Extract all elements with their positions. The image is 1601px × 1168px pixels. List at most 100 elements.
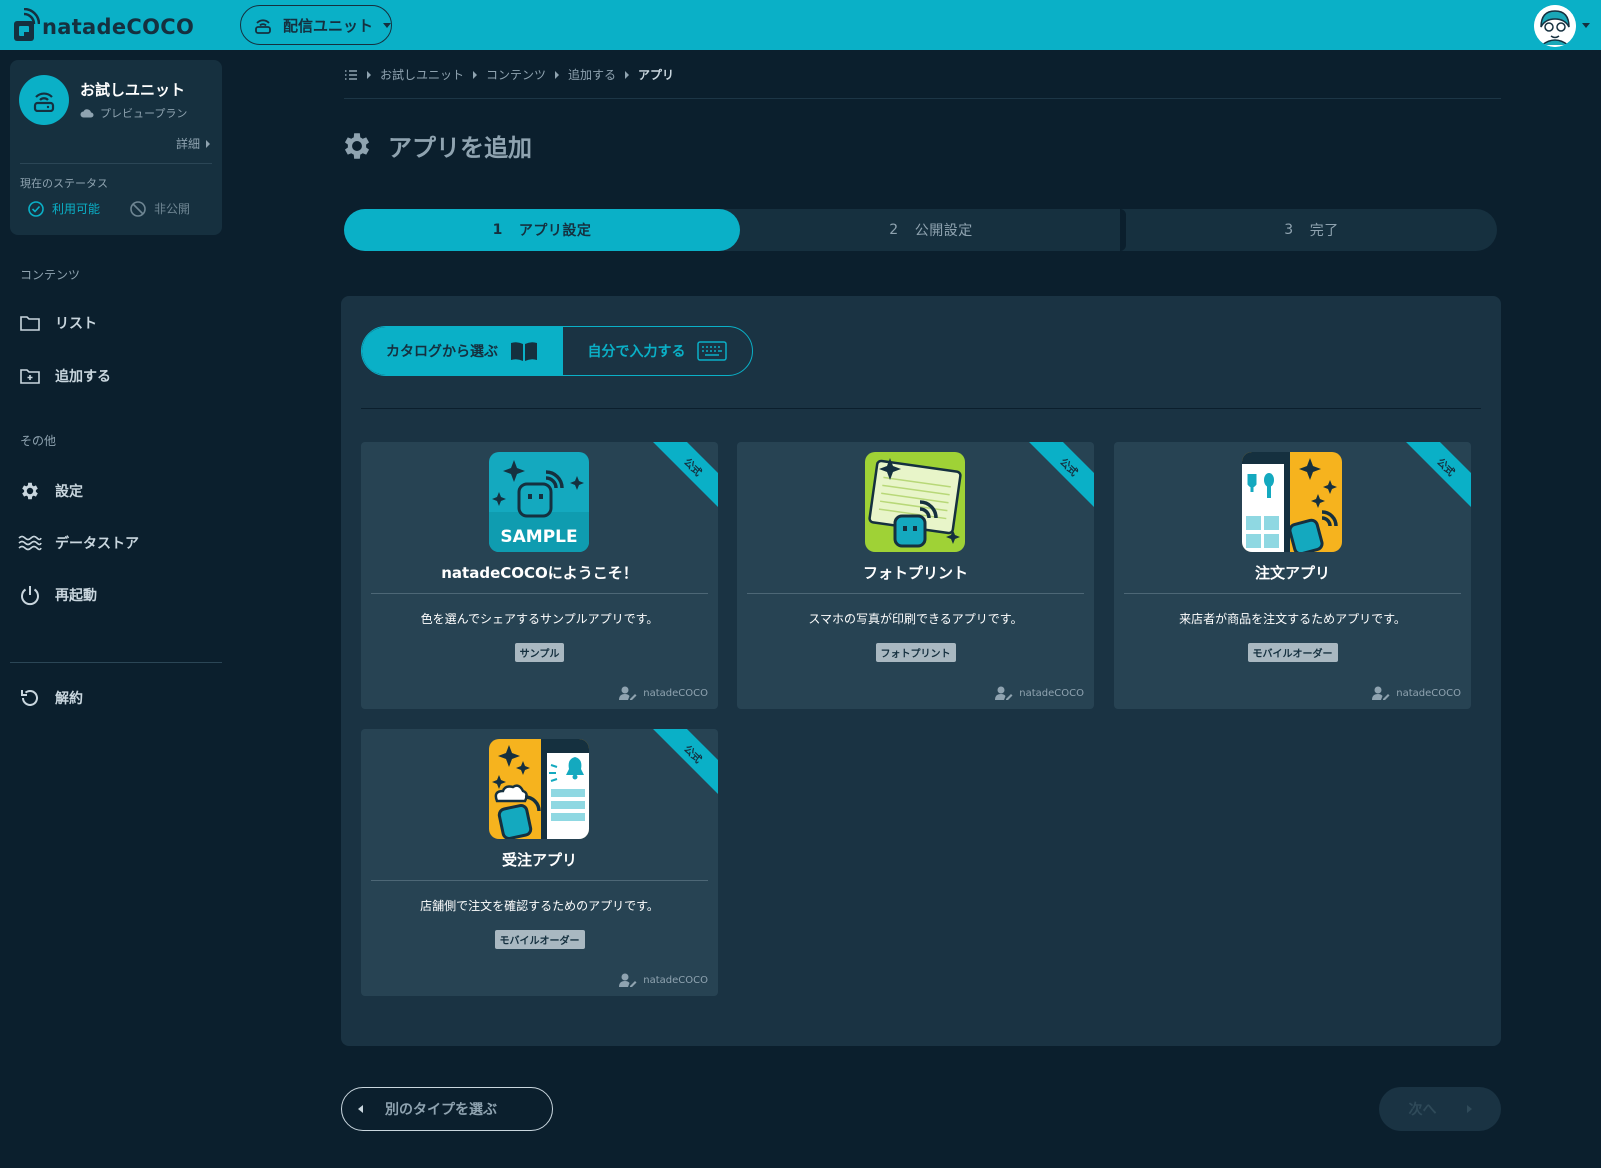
catalog-panel: カタログから選ぶ 自分で入力する 公式 SAMPLE natadeCOCOによう… [341,296,1501,1046]
keyboard-icon [697,341,728,361]
section-other: その他 [20,434,57,448]
author: natadeCOCO [1372,686,1461,700]
step-3: 3 完了 [1126,209,1497,251]
chevron-down-icon [383,22,391,28]
category-tag: モバイルオーダー [1247,643,1338,662]
book-icon [510,342,537,361]
gear-icon [18,480,42,502]
status-private[interactable]: 非公開 [130,200,190,217]
status-available[interactable]: 利用可能 [28,200,100,217]
input-mode-toggle: カタログから選ぶ 自分で入力する [361,326,753,376]
divider [361,408,1481,409]
user-edit-icon [619,973,637,987]
breadcrumb-item[interactable]: コンテンツ [486,66,546,83]
page-title: アプリを追加 [340,128,532,163]
sidebar-item-settings[interactable]: 設定 [18,480,83,502]
breadcrumb-item[interactable]: お試しユニット [380,66,464,83]
unit-plan: プレビュープラン [80,105,187,121]
next-button-label: 次へ [1408,1102,1437,1118]
divider [344,98,1501,99]
router-icon [19,75,69,125]
undo-icon [18,687,42,709]
unit-card: お試しユニット プレビュープラン 詳細 現在のステータス 利用可能 非公開 [10,60,222,235]
chevron-right-icon [555,70,560,79]
breadcrumb-item[interactable]: 追加する [568,66,616,83]
app-name: フォトプリント [862,564,968,582]
page-title-text: アプリを追加 [388,134,532,162]
list-icon[interactable] [344,69,358,81]
manual-tab[interactable]: 自分で入力する [561,327,752,375]
divider [1124,593,1461,594]
app-card[interactable]: 公式 フォトプリント スマホの写真が印刷できるアプリです。 フォトプリント na… [737,442,1094,709]
order-receive-app-icon [489,739,589,839]
sidebar-item-label: 設定 [55,484,83,500]
user-edit-icon [995,686,1013,700]
section-contents: コンテンツ [20,268,81,282]
user-edit-icon [1372,686,1390,700]
author-name: natadeCOCO [643,974,708,986]
unit-select-label: 配信ユニット [283,16,374,35]
logo-icon [12,7,41,41]
status-available-label: 利用可能 [52,202,101,216]
status-private-label: 非公開 [154,202,191,216]
chevron-down-icon[interactable] [1582,23,1590,28]
back-button-label: 別のタイプを選ぶ [385,1102,497,1118]
author: natadeCOCO [619,973,708,987]
chevron-right-icon [1466,1105,1472,1113]
sidebar-item-datastore[interactable]: データストア [18,532,139,554]
user-edit-icon [619,686,637,700]
catalog-tab[interactable]: カタログから選ぶ [362,327,562,375]
sidebar-item-label: リスト [55,316,97,332]
app-card[interactable]: 公式 SAMPLE natadeCOCOにようこそ！ 色を選んでシェアするサンプ… [361,442,718,709]
app-card[interactable]: 公式 注文アプリ 来店者が商品を注文するためアプリです。 モバイルオーダー na… [1114,442,1471,709]
author-name: natadeCOCO [1019,687,1084,699]
gear-icon [344,132,370,159]
step-2: 2 公開設定 [740,209,1122,251]
divider [747,593,1084,594]
chevron-right-icon [206,139,210,148]
app-card[interactable]: 公式 受注アプリ 店舗側で注文を確認するためのアプリです。 モバイルオーダー n… [361,729,718,996]
divider [371,593,708,594]
back-button[interactable]: 別のタイプを選ぶ [341,1087,553,1131]
app-description: 来店者が商品を注文するためアプリです。 [1179,612,1406,626]
breadcrumb-current: アプリ [638,68,675,82]
sidebar-item-list[interactable]: リスト [18,312,97,334]
unit-detail-link[interactable]: 詳細 [176,135,210,152]
step-number: 3 [1284,222,1294,238]
divider [371,880,708,881]
chevron-right-icon [473,70,478,79]
status-label: 現在のステータス [20,177,108,190]
photo-print-app-icon [865,452,965,552]
unit-select[interactable]: 配信ユニット [240,5,392,45]
chevron-left-icon [358,1105,363,1113]
sidebar-item-label: 再起動 [55,588,97,604]
category-tag: フォトプリント [875,643,956,662]
sidebar-item-restart[interactable]: 再起動 [18,584,97,606]
divider [10,662,222,663]
folder-plus-icon [18,365,42,387]
official-ribbon: 公式 [1396,442,1471,517]
router-icon [255,19,271,34]
logo[interactable]: natadeCOCO [12,7,194,41]
cloud-icon [80,109,94,118]
app-description: スマホの写真が印刷できるアプリです。 [808,612,1023,626]
sidebar-item-label: 追加する [55,369,111,385]
step-number: 2 [889,222,899,238]
folder-icon [18,312,42,334]
sample-icon-text: SAMPLE [500,527,577,547]
catalog-tab-label: カタログから選ぶ [385,344,498,360]
author: natadeCOCO [995,686,1084,700]
next-button[interactable]: 次へ [1379,1087,1501,1131]
sample-app-icon: SAMPLE [489,452,589,552]
author-name: natadeCOCO [1396,687,1461,699]
avatar[interactable] [1534,5,1576,47]
sidebar-item-add[interactable]: 追加する [18,365,111,387]
author-name: natadeCOCO [643,687,708,699]
manual-tab-label: 自分で入力する [587,344,686,360]
official-ribbon: 公式 [1019,442,1094,517]
unit-plan-label: プレビュープラン [100,107,188,120]
official-ribbon: 公式 [643,442,718,517]
step-indicator: 1 アプリ設定 2 公開設定 3 完了 [344,209,1497,251]
sidebar-item-cancel[interactable]: 解約 [18,687,83,709]
waves-icon [18,532,42,554]
